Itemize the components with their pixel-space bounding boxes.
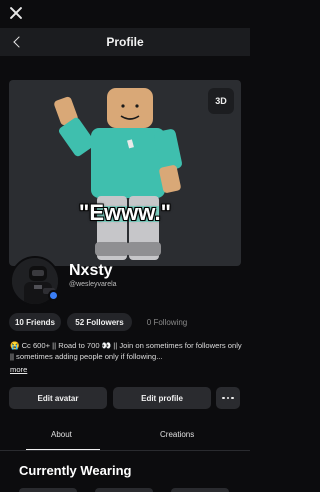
more-options-button[interactable] — [216, 387, 240, 409]
tabs-divider — [0, 450, 250, 451]
edit-avatar-button[interactable]: Edit avatar — [9, 387, 107, 409]
tab-creations[interactable]: Creations — [160, 430, 194, 439]
wearing-item-thumbnail[interactable] — [95, 488, 153, 492]
friends-count-button[interactable]: 10 Friends — [9, 313, 61, 331]
window-topbar — [0, 0, 250, 30]
close-icon[interactable] — [9, 6, 23, 20]
following-count-button[interactable]: 0 Following — [137, 313, 197, 331]
toggle-3d-button[interactable]: 3D — [208, 88, 234, 114]
profile-bio: 😭 Cc 600+ || Road to 700 👀 || Join on so… — [10, 341, 242, 361]
online-status-indicator — [48, 290, 59, 301]
edit-profile-button[interactable]: Edit profile — [113, 387, 211, 409]
avatar-torso — [91, 128, 165, 198]
more-dots-icon — [222, 396, 225, 400]
followers-count-button[interactable]: 52 Followers — [67, 313, 132, 331]
currently-wearing-heading: Currently Wearing — [19, 463, 132, 478]
username: @wesleyvarela — [69, 281, 117, 288]
avatar-head — [107, 88, 153, 128]
wearing-item-thumbnail[interactable] — [19, 488, 77, 492]
wearing-item-thumbnail[interactable] — [171, 488, 229, 492]
display-name: Nxsty — [69, 262, 113, 279]
bio-more-link[interactable]: more — [10, 365, 27, 374]
avatar-viewer[interactable]: 3D — [9, 80, 241, 266]
avatar-figure — [54, 88, 182, 260]
tab-about[interactable]: About — [51, 430, 72, 439]
profile-tabs: About Creations — [0, 420, 250, 451]
avatar-caption: "Ewww." — [78, 200, 172, 225]
page-title: Profile — [106, 35, 144, 49]
navigation-bar: Profile — [0, 28, 250, 56]
